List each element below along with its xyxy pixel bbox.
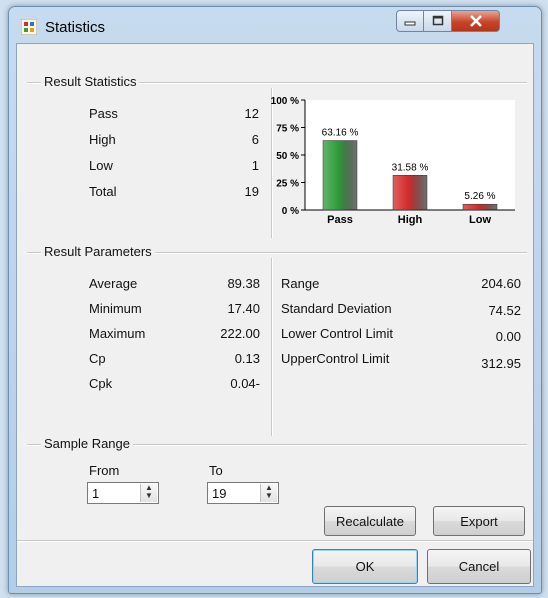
x-category-label: Pass: [327, 214, 353, 226]
window-title: Statistics: [45, 19, 106, 36]
param-value-cp: 0.13: [234, 351, 260, 366]
y-tick-label: 25 %: [276, 179, 299, 190]
bar-high: [392, 175, 428, 211]
to-value[interactable]: 19: [212, 486, 226, 501]
stat-label-low: Low: [89, 158, 113, 173]
maximize-icon: [432, 15, 443, 26]
param-value-average: 89.38: [227, 276, 260, 291]
bar-pass: [322, 140, 358, 211]
param-value-maximum: 222.00: [220, 326, 260, 341]
result-parameters-title: Result Parameters: [41, 244, 155, 259]
stat-label-pass: Pass: [89, 106, 118, 121]
param-label-minimum: Minimum: [89, 301, 142, 316]
dialog-client-area: Result Statistics Pass 12 High 6 Low 1 T…: [16, 43, 534, 587]
statistics-window: Statistics Result Statistics Pass 12 Hig…: [8, 6, 542, 594]
bar-value-label: 5.26 %: [464, 191, 495, 202]
result-statistics-title: Result Statistics: [41, 74, 140, 89]
to-spinner-arrows[interactable]: ▲ ▼: [260, 484, 277, 502]
spin-down-icon[interactable]: ▼: [141, 492, 157, 500]
maximize-button[interactable]: [424, 10, 452, 32]
param-label-cp: Cp: [89, 351, 106, 366]
stat-label-high: High: [89, 132, 116, 147]
param-label-range: Range: [281, 276, 320, 291]
chart-app-icon: [21, 19, 37, 35]
from-spinner-arrows[interactable]: ▲ ▼: [140, 484, 157, 502]
param-label-average: Average: [89, 276, 138, 291]
stat-value-low: 1: [251, 158, 259, 173]
param-value-cpk: 0.04-: [230, 376, 260, 391]
from-value[interactable]: 1: [92, 486, 99, 501]
stat-value-total: 19: [244, 184, 259, 199]
param-label-maximum: Maximum: [89, 326, 146, 341]
result-bar-chart: 100 % 75 % 50 % 25 % 0 % 63.16 % Pass 31.58 % Hi…: [271, 96, 515, 226]
y-tick-label: 0 %: [282, 206, 299, 217]
from-spinner[interactable]: 1 ▲ ▼: [87, 482, 159, 504]
stat-label-total: Total: [89, 184, 117, 199]
param-value-lower-control-limit: 0.00: [495, 329, 521, 344]
y-tick-label: 50 %: [276, 151, 299, 162]
x-category-label: High: [398, 214, 423, 226]
bar-low: [462, 203, 498, 211]
spin-down-icon[interactable]: ▼: [261, 492, 277, 500]
stat-value-pass: 12: [244, 106, 259, 121]
param-value-upper-control-limit: 312.95: [481, 356, 521, 371]
x-category-label: Low: [469, 214, 491, 226]
param-label-cpk: Cpk: [89, 376, 113, 391]
button-row-divider: [17, 540, 533, 542]
stat-value-high: 6: [251, 132, 259, 147]
minimize-button[interactable]: [396, 10, 424, 32]
recalculate-button[interactable]: Recalculate: [324, 506, 416, 536]
to-spinner[interactable]: 19 ▲ ▼: [207, 482, 279, 504]
param-value-minimum: 17.40: [227, 301, 260, 316]
title-bar[interactable]: Statistics: [9, 7, 541, 47]
bar-value-label: 63.16 %: [322, 128, 359, 139]
param-label-lower-control-limit: Lower Control Limit: [281, 326, 393, 341]
close-icon: [469, 15, 482, 27]
ok-button[interactable]: OK: [312, 549, 418, 584]
y-tick-label: 100 %: [271, 96, 299, 107]
cancel-button[interactable]: Cancel: [427, 549, 531, 584]
param-value-standard-deviation: 74.52: [488, 303, 521, 318]
sample-range-title: Sample Range: [41, 436, 133, 451]
close-button[interactable]: [452, 10, 500, 32]
y-tick-label: 75 %: [276, 124, 299, 135]
to-label: To: [209, 463, 223, 478]
bar-value-label: 31.58 %: [392, 162, 429, 173]
param-value-range: 204.60: [481, 276, 521, 291]
param-label-upper-control-limit: UpperControl Limit: [281, 351, 390, 366]
export-button[interactable]: Export: [433, 506, 525, 536]
minimize-icon: [404, 21, 416, 26]
from-label: From: [89, 463, 120, 478]
param-label-standard-deviation: Standard Deviation: [281, 301, 392, 316]
parameters-column-divider: [271, 258, 273, 436]
